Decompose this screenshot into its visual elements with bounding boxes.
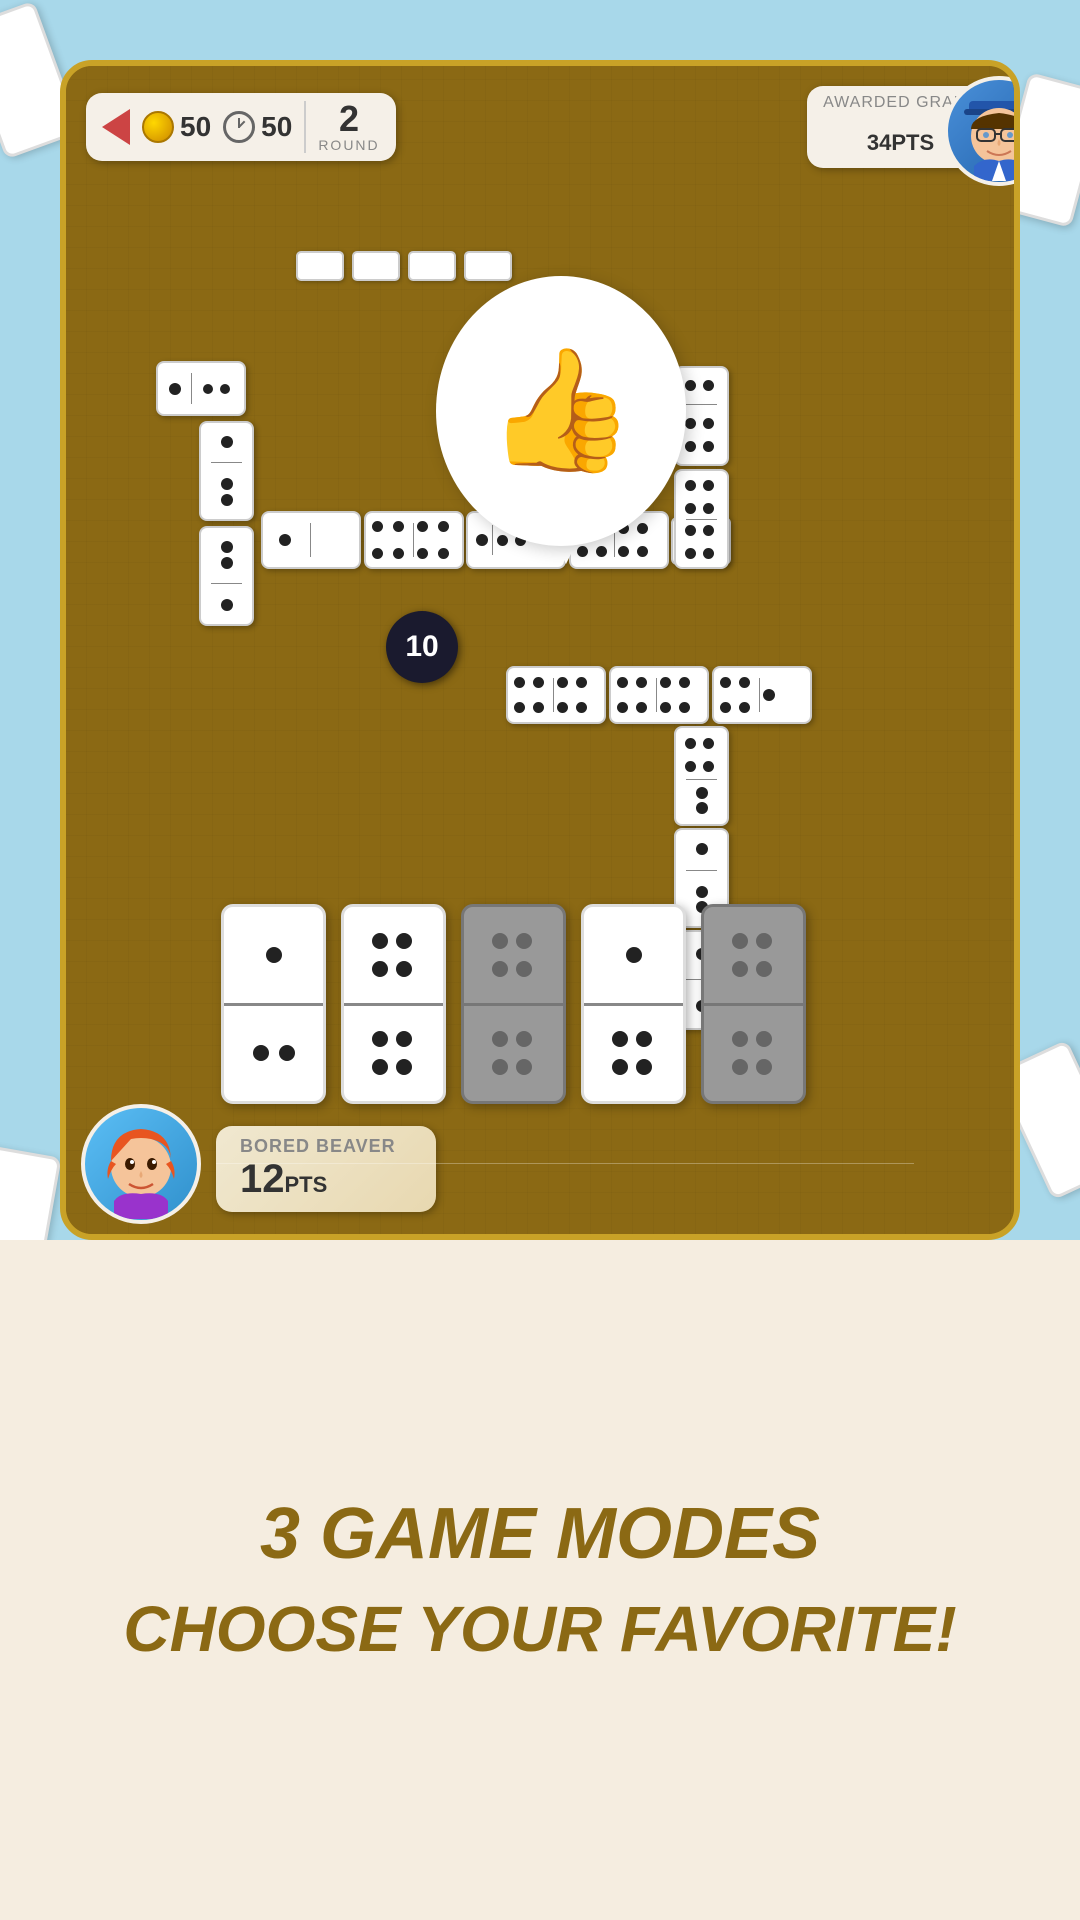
hand-domino-2[interactable] [341, 904, 446, 1104]
promo-section: 3 GAME MODES CHOOSE YOUR FAVORITE! [0, 1240, 1080, 1920]
opponent-domino-1 [296, 251, 344, 281]
board-domino-hr1 [506, 666, 606, 724]
awarded-points: 34PTS [867, 112, 934, 160]
board-domino-h2 [364, 511, 464, 569]
center-number: 10 [405, 630, 438, 664]
opponent-domino-4 [464, 251, 512, 281]
board-domino-topleft-top [156, 361, 246, 416]
opponent-domino-3 [408, 251, 456, 281]
round-number: 2 [339, 101, 359, 137]
top-bar: 50 50 2 ROUND AWARDED GRAPH 34PTS [86, 86, 994, 168]
timer-group: 50 [223, 111, 292, 143]
left-controls: 50 50 2 ROUND [86, 93, 396, 161]
opponent-hand [296, 251, 512, 281]
coin-icon [142, 111, 174, 143]
board-domino-h1 [261, 511, 361, 569]
timer-count: 50 [261, 111, 292, 143]
round-box: 2 ROUND [304, 101, 379, 153]
promo-title: 3 GAME MODES [260, 1495, 820, 1574]
score-line [216, 1163, 914, 1164]
player-name: BORED BEAVER [240, 1136, 412, 1157]
board-domino-vr2 [674, 469, 729, 569]
promo-subtitle: CHOOSE YOUR FAVORITE! [123, 1594, 956, 1664]
player-score-panel: BORED BEAVER 12PTS [216, 1126, 436, 1212]
hand-domino-1[interactable] [221, 904, 326, 1104]
opponent-domino-2 [352, 251, 400, 281]
hand-domino-3[interactable] [461, 904, 566, 1104]
hand-domino-5[interactable] [701, 904, 806, 1104]
board-domino-left-v1 [199, 421, 254, 521]
thumbs-up-bubble: 👍 [436, 276, 686, 546]
round-label: ROUND [318, 137, 379, 153]
game-board: 50 50 2 ROUND AWARDED GRAPH 34PTS [60, 60, 1020, 1240]
coin-count: 50 [180, 111, 211, 143]
timer-icon [223, 111, 255, 143]
hand-domino-4[interactable] [581, 904, 686, 1104]
bottom-player-avatar [81, 1104, 201, 1224]
coin-group: 50 [142, 111, 211, 143]
board-domino-hr3 [712, 666, 812, 724]
awarded-area: AWARDED GRAPH 34PTS [807, 86, 994, 168]
board-domino-hr2 [609, 666, 709, 724]
board-domino-vrb1 [674, 726, 729, 826]
center-number-badge: 10 [386, 611, 458, 683]
thumbs-emoji: 👍 [486, 341, 635, 481]
back-button[interactable] [102, 109, 130, 145]
board-domino-left-v2 [199, 526, 254, 626]
